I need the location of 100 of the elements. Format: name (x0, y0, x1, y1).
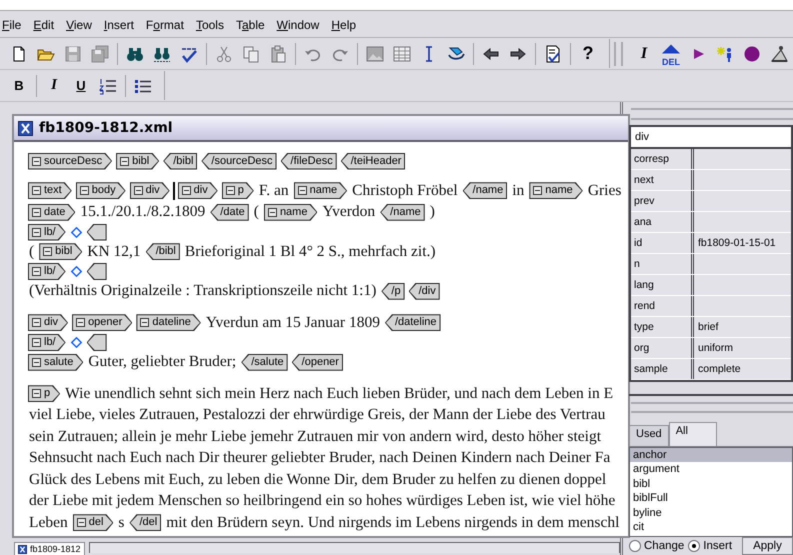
panel-grip[interactable] (631, 402, 793, 413)
element-list[interactable]: anchor argument bibl biblFull byline cit (629, 446, 793, 537)
attribute-value[interactable]: fb1809-01-15-01 (694, 233, 791, 253)
element-list-item[interactable]: anchor (630, 448, 792, 462)
end-tag-marker[interactable] (86, 224, 107, 240)
element-list-item[interactable]: byline (630, 506, 792, 520)
underline-button[interactable]: U (70, 74, 92, 96)
menu-item[interactable]: File (0, 18, 24, 32)
radio-button[interactable] (688, 540, 700, 552)
attribute-value[interactable]: complete (694, 359, 791, 379)
collapse-icon[interactable] (43, 247, 52, 256)
collapse-icon[interactable] (140, 318, 150, 328)
tab[interactable]: Used (629, 424, 669, 446)
element-list-item[interactable]: biblFull (630, 491, 792, 506)
toolbar-grip[interactable] (614, 42, 623, 66)
italic-button[interactable]: I (43, 74, 65, 96)
collapse-icon[interactable] (76, 518, 86, 528)
collapse-icon[interactable] (120, 156, 130, 166)
collapse-icon[interactable] (80, 186, 89, 196)
start-tag-marker[interactable]: p (222, 182, 254, 200)
end-tag-marker[interactable]: /name (462, 182, 508, 200)
start-tag-marker[interactable]: lb/ (28, 263, 66, 280)
tab[interactable]: All (668, 422, 717, 446)
start-tag-marker[interactable]: div (178, 182, 218, 200)
start-tag-marker[interactable]: date (28, 204, 76, 221)
collapse-icon[interactable] (182, 186, 191, 196)
help-button[interactable]: ? (577, 42, 599, 64)
attribute-name: prev (631, 191, 694, 211)
end-tag-marker[interactable]: /sourceDesc (201, 152, 277, 170)
document-tab[interactable]: fb1809-1812 (14, 542, 85, 555)
start-tag-marker[interactable]: div (28, 314, 68, 332)
start-tag-marker[interactable]: dateline (136, 314, 201, 332)
start-tag-marker[interactable]: lb/ (28, 334, 66, 351)
collapse-icon[interactable] (32, 156, 41, 166)
bold-button[interactable]: B (8, 74, 30, 96)
element-name-field[interactable]: div (631, 127, 791, 149)
start-tag-marker[interactable]: name (294, 182, 348, 200)
italic-button[interactable]: I (633, 42, 655, 64)
apply-button[interactable]: Apply (742, 537, 793, 555)
menu-item[interactable]: Insert (102, 18, 136, 32)
radio-button[interactable] (629, 540, 641, 552)
start-tag-marker[interactable]: salute (28, 354, 84, 371)
collapse-icon[interactable] (32, 208, 41, 217)
end-tag-marker[interactable]: /dateline (384, 314, 441, 332)
collapse-icon[interactable] (32, 318, 41, 328)
radio-label[interactable]: Insert (703, 540, 732, 552)
collapse-icon[interactable] (32, 338, 41, 347)
start-tag-marker[interactable]: del (72, 514, 114, 532)
collapse-icon[interactable] (32, 267, 41, 276)
menu-item[interactable]: Tools (194, 18, 226, 32)
menu-item[interactable]: Table (234, 18, 267, 32)
end-tag-marker[interactable]: /opener (292, 354, 343, 371)
end-tag-marker[interactable]: /del (129, 514, 162, 532)
radio-label[interactable]: Change (644, 540, 684, 552)
collapse-icon[interactable] (32, 389, 41, 398)
menu-item[interactable]: Format (144, 18, 186, 32)
end-tag-marker[interactable]: /bibl (163, 152, 198, 170)
delete-mark-button[interactable]: DEL (660, 42, 682, 64)
start-tag-marker[interactable]: body (76, 182, 126, 200)
collapse-icon[interactable] (298, 186, 307, 196)
collapse-icon[interactable] (32, 228, 41, 236)
collapse-icon[interactable] (32, 358, 41, 367)
element-list-item[interactable]: argument (630, 462, 792, 477)
element-list-item[interactable]: cit (630, 520, 792, 535)
start-tag-marker[interactable]: text (28, 182, 72, 200)
panel-grip[interactable] (631, 108, 793, 120)
start-tag-marker[interactable]: bibl (39, 243, 82, 260)
menu-item[interactable]: Window (274, 18, 322, 32)
collapse-icon[interactable] (268, 208, 277, 217)
start-tag-marker[interactable]: div (130, 182, 170, 200)
attribute-value[interactable]: uniform (694, 338, 791, 358)
menu-item[interactable]: Edit (31, 18, 56, 32)
start-tag-marker[interactable]: p (28, 385, 60, 402)
start-tag-marker[interactable]: lb/ (28, 224, 66, 240)
end-tag-marker[interactable] (86, 334, 107, 351)
start-tag-marker[interactable]: bibl (116, 152, 160, 170)
end-tag-marker[interactable]: /salute (241, 354, 288, 371)
end-tag-marker[interactable]: /div (408, 282, 440, 300)
end-tag-marker[interactable]: /name (380, 204, 425, 221)
menu-item[interactable]: Help (329, 18, 358, 32)
clipboard-icon (269, 44, 287, 62)
start-tag-marker[interactable]: name (264, 204, 318, 221)
end-tag-marker[interactable]: /date (210, 204, 249, 221)
collapse-icon[interactable] (226, 186, 235, 196)
attribute-value[interactable]: brief (694, 317, 791, 337)
end-tag-marker[interactable] (86, 263, 107, 280)
end-tag-marker[interactable]: /fileDesc (280, 152, 337, 170)
document-text: Christoph Fröbel (352, 182, 458, 200)
collapse-icon[interactable] (533, 186, 542, 196)
collapse-icon[interactable] (32, 186, 41, 196)
start-tag-marker[interactable]: sourceDesc (28, 152, 112, 170)
end-tag-marker[interactable]: /bibl (146, 243, 180, 260)
collapse-icon[interactable] (76, 318, 86, 328)
end-tag-marker[interactable]: /teiHeader (340, 152, 406, 170)
element-list-item[interactable]: bibl (630, 476, 792, 492)
collapse-icon[interactable] (134, 186, 143, 196)
menu-item[interactable]: View (64, 18, 94, 32)
end-tag-marker[interactable]: /p (381, 282, 405, 300)
start-tag-marker[interactable]: name (529, 182, 583, 200)
start-tag-marker[interactable]: opener (72, 314, 132, 332)
